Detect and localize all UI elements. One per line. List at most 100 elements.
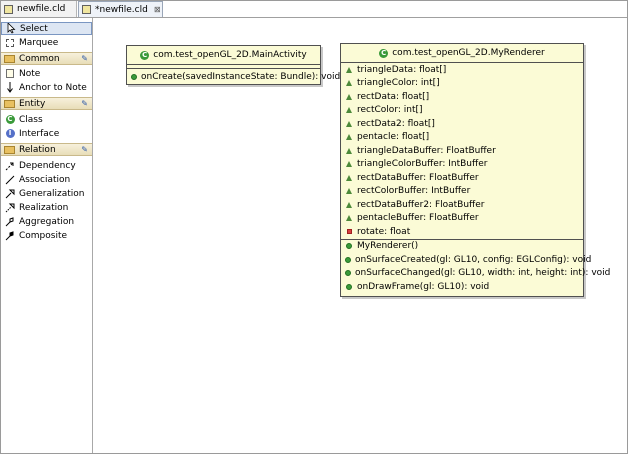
field-text: pentacle: float[] [357, 132, 430, 143]
package-field-icon [345, 79, 353, 87]
class-main-activity[interactable]: C com.test_openGL_2D.MainActivity onCrea… [126, 45, 340, 85]
field-row[interactable]: triangleData: float[] [341, 63, 583, 77]
public-method-icon [131, 73, 137, 81]
dependency-icon [5, 161, 15, 171]
package-field-icon [345, 106, 353, 114]
palette-tool-label: Anchor to Note [19, 82, 87, 93]
field-row[interactable]: rectData: float[] [341, 90, 583, 104]
palette-tool-aggregation[interactable]: Aggregation [1, 215, 92, 228]
methods-compartment: MyRenderer() onSurfaceCreated(gl: GL10, … [341, 240, 610, 296]
package-field-icon [345, 66, 353, 74]
diagram-canvas[interactable]: C com.test_openGL_2D.MainActivity onCrea… [93, 18, 627, 453]
field-text: rectColorBuffer: IntBuffer [357, 186, 471, 197]
tab-newfile-dirty[interactable]: *newfile.cld ⊠ [78, 1, 163, 17]
composite-icon [5, 230, 15, 241]
package-field-icon [345, 214, 353, 222]
field-text: triangleData: float[] [357, 64, 447, 75]
field-row[interactable]: triangleColor: int[] [341, 77, 583, 91]
generalization-icon [5, 189, 15, 199]
palette-tool-realization[interactable]: Realization [1, 201, 92, 214]
compartment-separator [127, 68, 320, 69]
palette-tool-label: Generalization [19, 188, 85, 199]
palette-tool-label: Select [20, 23, 48, 34]
editor-tab-bar: newfile.cld *newfile.cld ⊠ [1, 1, 627, 18]
realization-icon [5, 203, 15, 213]
field-text: rectData: float[] [357, 91, 430, 102]
field-row[interactable]: rotate: float [341, 225, 583, 239]
palette-drawer-common[interactable]: Common ✎ [1, 52, 92, 65]
package-field-icon [345, 120, 353, 128]
class-diagram-file-icon [4, 4, 13, 14]
palette-tool-label: Association [19, 174, 71, 185]
method-row[interactable]: onDrawFrame(gl: GL10): void [341, 280, 583, 294]
private-field-icon [345, 228, 353, 236]
palette-drawer-entity[interactable]: Entity ✎ [1, 97, 92, 110]
palette-tool-note[interactable]: Note [1, 67, 92, 80]
aggregation-icon [5, 216, 15, 227]
tab-label: newfile.cld [17, 4, 66, 14]
field-row[interactable]: rectColor: int[] [341, 104, 583, 118]
public-method-icon [345, 269, 351, 277]
marquee-icon [5, 38, 15, 48]
palette-tool-label: Interface [19, 128, 60, 139]
class-name: com.test_openGL_2D.MainActivity [153, 50, 307, 60]
arrow-cursor-icon [6, 23, 16, 34]
method-row[interactable]: onSurfaceCreated(gl: GL10, config: EGLCo… [341, 253, 591, 267]
field-row[interactable]: rectDataBuffer2: FloatBuffer [341, 198, 583, 212]
class-my-renderer[interactable]: C com.test_openGL_2D.MyRenderer triangle… [340, 43, 610, 297]
package-field-icon [345, 133, 353, 141]
tab-newfile[interactable]: newfile.cld [1, 1, 77, 17]
field-row[interactable]: rectDataBuffer: FloatBuffer [341, 171, 583, 185]
method-row[interactable]: onCreate(savedInstanceState: Bundle): vo… [127, 70, 340, 84]
method-text: onSurfaceChanged(gl: GL10, width: int, h… [355, 268, 611, 279]
pin-icon[interactable]: ✎ [81, 54, 88, 63]
class-icon: C [379, 48, 389, 58]
palette-tool-label: Realization [19, 202, 69, 213]
field-row[interactable]: triangleColorBuffer: IntBuffer [341, 158, 583, 172]
package-field-icon [345, 201, 353, 209]
method-text: onDrawFrame(gl: GL10): void [357, 281, 490, 292]
field-row[interactable]: triangleDataBuffer: FloatBuffer [341, 144, 583, 158]
palette-tool-label: Class [19, 114, 43, 125]
palette-tool-marquee[interactable]: Marquee [1, 36, 92, 49]
palette-drawer-relation[interactable]: Relation ✎ [1, 143, 92, 156]
palette-tool-select[interactable]: Select [1, 22, 92, 35]
palette-tool-class[interactable]: C Class [1, 113, 92, 126]
attributes-compartment: triangleData: float[] triangleColor: int… [341, 63, 583, 239]
field-row[interactable]: pentacle: float[] [341, 131, 583, 145]
note-icon [5, 69, 15, 79]
field-text: triangleDataBuffer: FloatBuffer [357, 145, 496, 156]
drawer-label: Relation [19, 144, 56, 155]
palette-tool-dependency[interactable]: Dependency [1, 159, 92, 172]
method-text: onCreate(savedInstanceState: Bundle): vo… [141, 71, 341, 82]
method-text: onSurfaceCreated(gl: GL10, config: EGLCo… [355, 254, 592, 265]
field-row[interactable]: rectColorBuffer: IntBuffer [341, 185, 583, 199]
field-text: rectDataBuffer2: FloatBuffer [357, 199, 485, 210]
folder-icon [4, 99, 15, 108]
palette-tool-generalization[interactable]: Generalization [1, 187, 92, 200]
anchor-arrow-icon [5, 82, 15, 93]
close-icon[interactable]: ⊠ [154, 5, 161, 14]
field-text: triangleColorBuffer: IntBuffer [357, 159, 488, 170]
palette-tool-anchor-to-note[interactable]: Anchor to Note [1, 81, 92, 94]
field-row[interactable]: rectData2: float[] [341, 117, 583, 131]
field-text: rectData2: float[] [357, 118, 435, 129]
palette-tool-association[interactable]: Association [1, 173, 92, 186]
method-row[interactable]: MyRenderer() [341, 240, 583, 254]
constructor-icon [345, 242, 353, 250]
package-field-icon [345, 93, 353, 101]
palette-tool-label: Marquee [19, 37, 59, 48]
field-row[interactable]: pentacleBuffer: FloatBuffer [341, 212, 583, 226]
palette-tool-composite[interactable]: Composite [1, 229, 92, 242]
public-method-icon [345, 283, 353, 291]
method-text: MyRenderer() [357, 241, 419, 252]
pin-icon[interactable]: ✎ [81, 99, 88, 108]
pin-icon[interactable]: ✎ [81, 145, 88, 154]
tab-label: *newfile.cld [95, 4, 148, 15]
public-method-icon [345, 256, 351, 264]
editor-window: newfile.cld *newfile.cld ⊠ Select Marque… [0, 0, 628, 454]
palette-tool-label: Dependency [19, 160, 76, 171]
palette-tool-interface[interactable]: I Interface [1, 127, 92, 140]
field-text: pentacleBuffer: FloatBuffer [357, 213, 479, 224]
method-row[interactable]: onSurfaceChanged(gl: GL10, width: int, h… [341, 267, 610, 281]
